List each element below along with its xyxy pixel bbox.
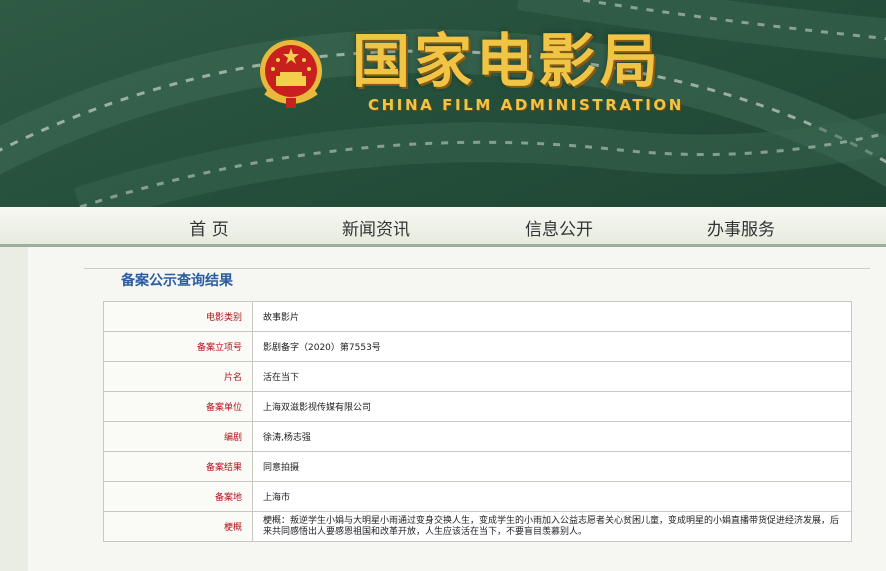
table-row: 备案结果 同意拍摄 — [103, 451, 852, 482]
section-divider — [84, 268, 870, 269]
section-title: 备案公示查询结果 — [121, 273, 233, 289]
row-label: 片名 — [103, 361, 253, 392]
header-banner: 国家电影局 CHINA FILM ADMINISTRATION — [0, 0, 886, 207]
table-row: 编剧 徐涛,杨志强 — [103, 421, 852, 452]
nav-item-services[interactable]: 办事服务 — [676, 215, 806, 240]
row-label: 备案结果 — [103, 451, 253, 482]
row-value: 上海双滋影视传媒有限公司 — [252, 391, 852, 422]
table-row: 梗概 梗概：叛逆学生小娟与大明星小雨通过变身交换人生，变成学生的小雨加入公益志愿… — [103, 511, 852, 542]
table-row: 备案立项号 影剧备字（2020）第7553号 — [103, 331, 852, 362]
row-value: 同意拍摄 — [252, 451, 852, 482]
national-emblem-icon — [258, 38, 324, 110]
nav-item-news[interactable]: 新闻资讯 — [311, 215, 441, 240]
row-label: 备案地 — [103, 481, 253, 512]
row-label: 梗概 — [103, 511, 253, 542]
table-row: 电影类别 故事影片 — [103, 301, 852, 332]
main-nav: 首 页 新闻资讯 信息公开 办事服务 — [0, 207, 886, 247]
row-value: 影剧备字（2020）第7553号 — [252, 331, 852, 362]
table-row: 备案单位 上海双滋影视传媒有限公司 — [103, 391, 852, 422]
table-row: 片名 活在当下 — [103, 361, 852, 392]
row-label: 电影类别 — [103, 301, 253, 332]
row-label: 备案单位 — [103, 391, 253, 422]
row-value: 故事影片 — [252, 301, 852, 332]
site-subtitle: CHINA FILM ADMINISTRATION — [368, 96, 684, 114]
record-table: 电影类别 故事影片 备案立项号 影剧备字（2020）第7553号 片名 活在当下… — [103, 301, 852, 542]
nav-item-info[interactable]: 信息公开 — [494, 215, 624, 240]
table-row: 备案地 上海市 — [103, 481, 852, 512]
site-title: 国家电影局 — [352, 27, 663, 95]
row-label: 备案立项号 — [103, 331, 253, 362]
row-value: 梗概：叛逆学生小娟与大明星小雨通过变身交换人生，变成学生的小雨加入公益志愿者关心… — [252, 511, 852, 542]
row-value: 上海市 — [252, 481, 852, 512]
row-value: 活在当下 — [252, 361, 852, 392]
row-label: 编剧 — [103, 421, 253, 452]
nav-item-home[interactable]: 首 页 — [144, 215, 274, 240]
row-value: 徐涛,杨志强 — [252, 421, 852, 452]
